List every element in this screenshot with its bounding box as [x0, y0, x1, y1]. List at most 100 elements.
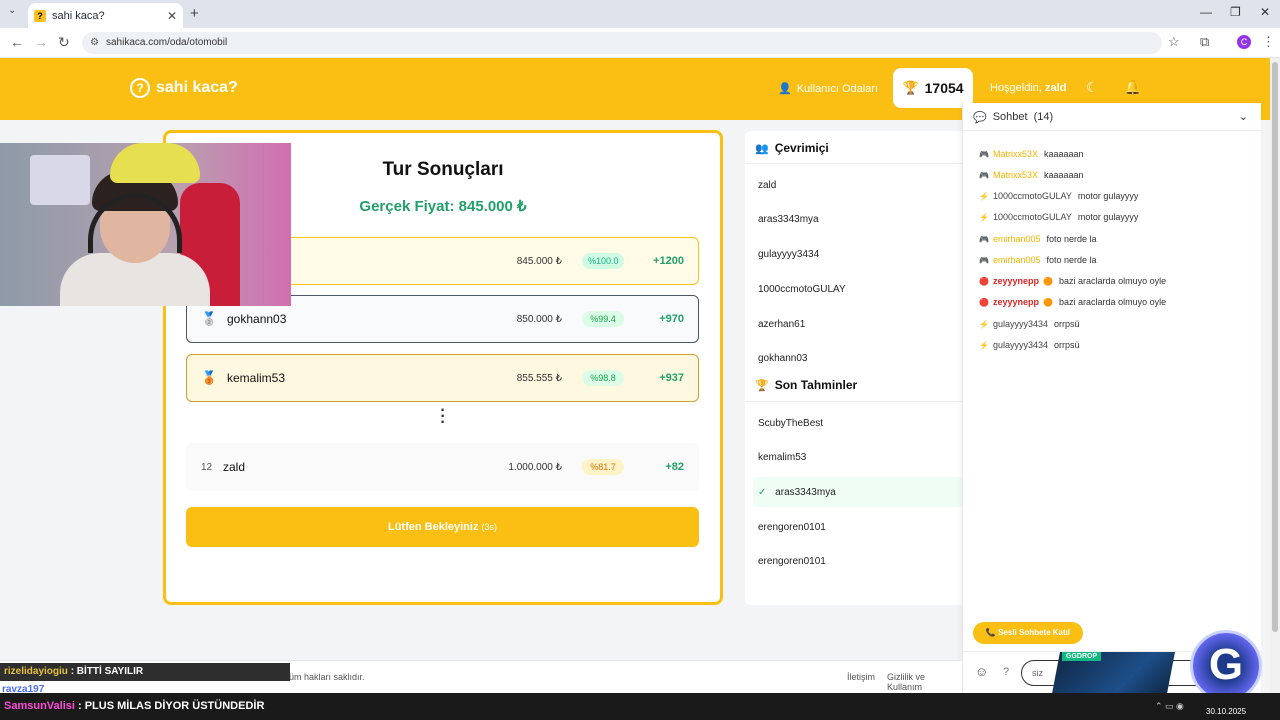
tab-close-icon[interactable]: ✕ — [167, 9, 177, 23]
ggdrop-label: GGDROP — [1062, 652, 1102, 661]
back-icon[interactable]: ← — [10, 34, 24, 50]
tray-icons[interactable]: ⌃ ▭ ◉ — [1155, 701, 1184, 712]
chevron-down-icon[interactable]: ⌄ — [1239, 110, 1248, 123]
result-price: 845.000 ₺ — [516, 255, 562, 267]
chat-message: 🔴 zeyyynepp 🟠 bazi araclarda olmuyo oyle — [979, 297, 1167, 307]
user-rooms-link[interactable]: 👤 Kullanıcı Odaları — [778, 82, 879, 96]
reload-icon[interactable]: ↻ — [58, 34, 70, 51]
chat-header[interactable]: 💬 Sohbet (14) ⌄ — [963, 103, 1262, 131]
minimize-icon[interactable]: — — [1200, 5, 1212, 19]
result-points: +1200 — [653, 255, 684, 267]
forward-icon[interactable]: → — [34, 34, 48, 50]
bolt-icon: ⚡ — [979, 191, 989, 201]
result-accuracy: %99.4 — [582, 311, 624, 327]
bolt-icon: ⚡ — [979, 319, 989, 329]
tab-list-chevron-icon[interactable]: ⌄ — [8, 5, 22, 19]
score-value: 17054 — [924, 80, 964, 96]
score-box[interactable]: 🏆 17054 — [893, 68, 973, 108]
join-voice-chat-button[interactable]: 📞 Sesli Sohbete Katıl — [973, 622, 1083, 644]
flame-icon: 🔴 — [979, 276, 989, 286]
question-circle-icon: ? — [130, 78, 150, 98]
url-field[interactable]: ⚙ sahikaca.com/oda/otomobil — [82, 32, 1162, 54]
online-user[interactable]: zald — [758, 180, 776, 191]
maximize-icon[interactable]: ❐ — [1230, 5, 1241, 19]
result-accuracy: %81.7 — [582, 459, 624, 475]
site-logo[interactable]: ? sahi kaca? — [130, 78, 238, 98]
window-close-icon[interactable]: ✕ — [1260, 5, 1270, 19]
welcome-text: Hoşgeldin, zald — [990, 82, 1066, 94]
profile-avatar[interactable]: C — [1237, 35, 1251, 49]
extensions-icon[interactable]: ⧉ — [1200, 34, 1209, 50]
users-icon: 👤 — [778, 83, 792, 95]
site-info-icon[interactable]: ⚙ — [90, 32, 99, 54]
chat-message: 🎮 Matrixx53X kaaaaaan — [979, 170, 1084, 180]
wait-timer: (3s) — [481, 522, 498, 532]
gamepad-icon: 🎮 — [979, 234, 989, 244]
contact-link[interactable]: İletişim — [847, 672, 875, 682]
webcam-overlay — [0, 143, 291, 306]
new-tab-icon[interactable]: + — [190, 5, 199, 22]
welcome-username: zald — [1045, 82, 1067, 94]
result-points: +970 — [659, 313, 684, 325]
silver-medal-icon: 🥈 — [201, 311, 218, 326]
privacy-link[interactable]: Gizlilik ve Kullanım — [887, 672, 962, 692]
url-text: sahikaca.com/oda/otomobil — [106, 37, 228, 48]
check-icon: ✓ — [758, 487, 767, 498]
result-name: kemalim53 — [227, 371, 286, 385]
flame-icon: 🔴 — [979, 297, 989, 307]
result-rank: 12 — [201, 461, 213, 473]
please-wait-button[interactable]: Lütfen Bekleyiniz (3s) — [186, 507, 699, 547]
dark-mode-moon-icon[interactable]: ☾ — [1086, 79, 1099, 96]
overlay-message: : BİTTİ SAYILIR — [70, 666, 144, 677]
welcome-prefix: Hoşgeldin, — [990, 82, 1042, 94]
notification-bell-icon[interactable]: 🔔 — [1124, 79, 1141, 96]
online-user[interactable]: 1000ccmotoGULAY — [758, 284, 846, 295]
recent-guess-user-checked[interactable]: ✓ aras3343mya — [758, 487, 836, 498]
recent-guess-user[interactable]: erengoren0101 — [758, 522, 826, 533]
webcam-plush-hat — [110, 143, 200, 183]
divider — [745, 401, 965, 402]
browser-tab[interactable]: ? sahi kaca? ✕ — [28, 3, 183, 28]
result-name: gokhann03 — [227, 312, 287, 326]
chat-message: 🎮 Matrixx53X kaaaaaan — [979, 149, 1084, 159]
online-user[interactable]: aras3343mya — [758, 214, 819, 225]
result-price: 855.555 ₺ — [516, 372, 562, 384]
recent-guesses-title: 🏆 Son Tahminler — [755, 378, 858, 392]
more-vertical-icon: · · · — [440, 402, 446, 431]
gamepad-icon: 🎮 — [979, 170, 989, 180]
online-user[interactable]: gulayyyy3434 — [758, 249, 819, 260]
egg-icon: 🟠 — [1043, 276, 1053, 286]
gamepad-icon: 🎮 — [979, 255, 989, 265]
side-panel: 👥 Çevrimiçi zald aras3343mya gulayyyy343… — [745, 131, 965, 605]
result-price: 850.000 ₺ — [516, 313, 562, 325]
chat-message: 🎮 emirhan005 foto nerde la — [979, 234, 1097, 244]
user-rooms-label: Kullanıcı Odaları — [796, 82, 879, 95]
scrollbar-thumb[interactable] — [1272, 62, 1278, 632]
trophy-icon: 🏆 — [755, 379, 769, 392]
result-points: +82 — [665, 461, 684, 473]
browser-menu-icon[interactable]: ⋮ — [1262, 34, 1275, 50]
gamepad-icon: 🎮 — [979, 149, 989, 159]
recent-guess-user[interactable]: erengoren0101 — [758, 556, 826, 567]
chat-message: ⚡ gulayyyy3434 orrpsü — [979, 319, 1080, 329]
recent-guess-user[interactable]: ScubyTheBest — [758, 418, 823, 429]
chat-message: ⚡ 1000ccmotoGULAY motor gulayyyy — [979, 212, 1139, 222]
online-user[interactable]: azerhan61 — [758, 319, 805, 330]
page-scrollbar[interactable] — [1270, 58, 1280, 693]
bookmark-star-icon[interactable]: ☆ — [1168, 34, 1180, 50]
online-section-title: 👥 Çevrimiçi — [755, 141, 829, 155]
phone-icon: 📞 — [985, 628, 996, 637]
result-row-self: 12 zald 1.000.000 ₺ %81.7 +82 — [186, 443, 699, 491]
chat-message: 🔴 zeyyynepp 🟠 bazi araclarda olmuyo oyle — [979, 276, 1167, 286]
help-icon[interactable]: ? — [1003, 666, 1009, 678]
online-user[interactable]: gokhann03 — [758, 353, 808, 364]
bolt-icon: ⚡ — [979, 212, 989, 222]
stream-ticker: SamsunValisi : PLUS MİLAS DİYOR ÜSTÜNDED… — [0, 700, 460, 712]
divider — [745, 163, 965, 164]
logo-text: sahi kaca? — [156, 79, 238, 96]
chat-message: ⚡ gulayyyy3434 orrpsü — [979, 340, 1080, 350]
tab-title: sahi kaca? — [52, 9, 105, 22]
emoji-icon[interactable]: ☺ — [975, 664, 988, 679]
ticker-username: SamsunValisi — [4, 700, 75, 712]
recent-guess-user[interactable]: kemalim53 — [758, 452, 806, 463]
